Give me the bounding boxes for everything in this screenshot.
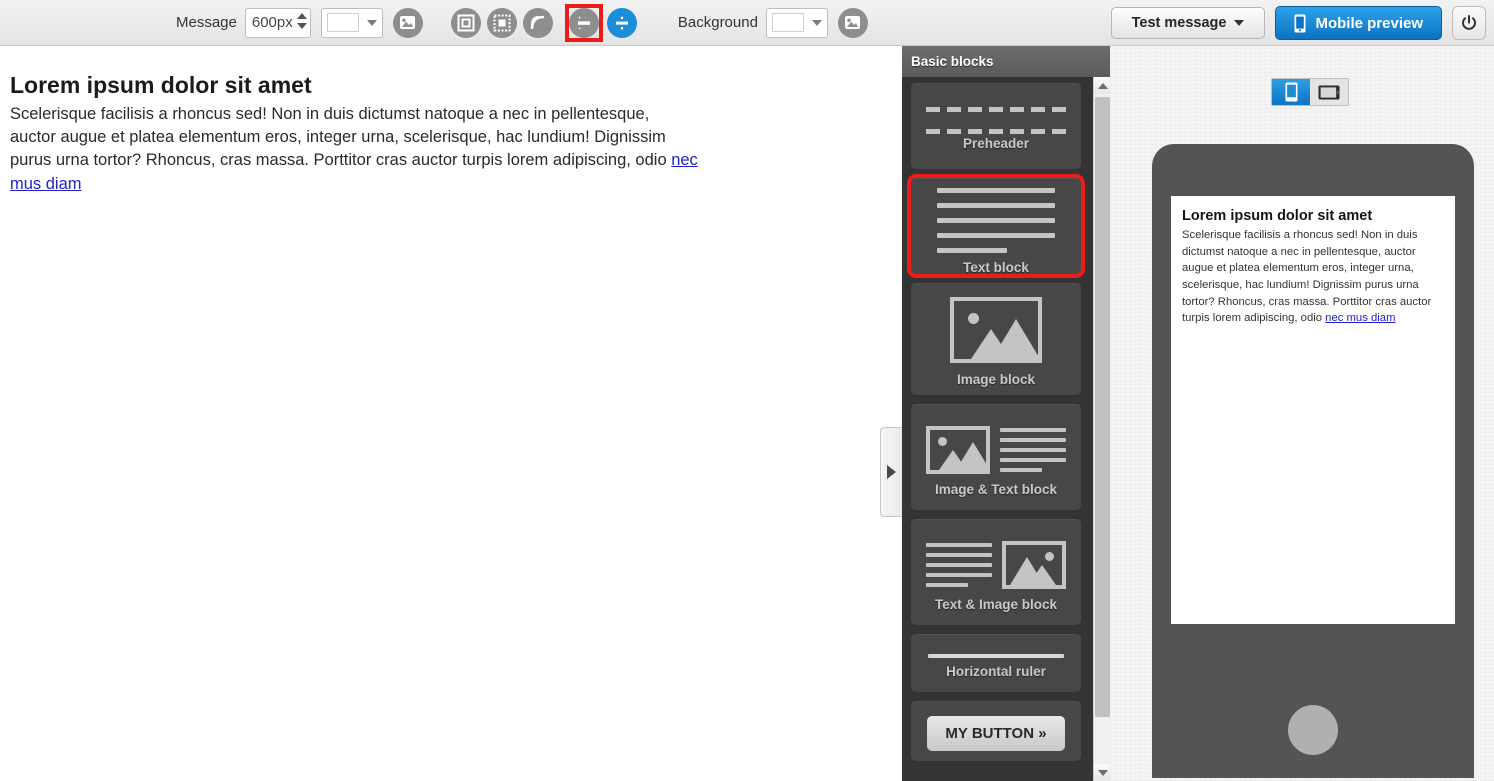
mobile-preview-label: Mobile preview <box>1315 14 1423 32</box>
my-button-preview: MY BUTTON » <box>927 716 1065 751</box>
block-text-image[interactable]: Text & Image block <box>911 519 1081 625</box>
text-line-icon <box>1000 447 1066 452</box>
test-message-label: Test message <box>1131 15 1227 31</box>
text-line-icon <box>937 247 1007 253</box>
phone-screen[interactable]: Lorem ipsum dolor sit amet Scelerisque f… <box>1171 196 1455 624</box>
text-line-icon <box>937 187 1055 193</box>
rounded-corners-button[interactable] <box>522 7 553 38</box>
image-icon <box>926 425 990 474</box>
block-label: Image block <box>956 372 1036 387</box>
chevron-up-icon <box>1097 82 1108 89</box>
email-editor-app: Message 600px Background Test message Mo… <box>0 0 1494 781</box>
block-label: Text & Image block <box>934 596 1058 612</box>
chevron-down-icon <box>811 19 822 26</box>
phone-icon <box>1294 14 1306 33</box>
power-button[interactable] <box>1452 6 1486 40</box>
mobile-preview-pane: Lorem ipsum dolor sit amet Scelerisque f… <box>1110 46 1494 781</box>
text-line-icon <box>1000 427 1066 432</box>
block-label: Horizontal ruler <box>946 663 1046 679</box>
block-preheader[interactable]: Preheader <box>911 83 1081 169</box>
phone-landscape-icon <box>1318 85 1340 100</box>
phone-portrait-icon <box>1285 82 1298 102</box>
message-label: Message <box>176 14 237 31</box>
text-line-icon <box>926 572 992 577</box>
image-icon <box>950 297 1042 363</box>
chevron-down-icon <box>1234 20 1245 26</box>
orientation-toggle <box>1271 78 1349 106</box>
block-label: MY BUTTON » <box>945 725 1047 742</box>
toolbar-left-group: Message 600px Background <box>176 3 874 42</box>
split-horizontal-button[interactable] <box>568 7 599 38</box>
panel-collapse-handle[interactable] <box>880 427 902 517</box>
text-line-icon <box>1000 467 1042 472</box>
text-line-icon <box>937 202 1055 208</box>
power-icon <box>1460 14 1478 32</box>
text-line-icon <box>937 232 1055 238</box>
background-label: Background <box>677 14 758 31</box>
toolbar-right-group: Test message Mobile preview <box>1110 0 1486 46</box>
block-label: Image & Text block <box>934 481 1058 497</box>
block-text[interactable]: Text block <box>907 174 1085 278</box>
scroll-down-button[interactable] <box>1094 764 1111 781</box>
blocks-panel-scrollbar[interactable] <box>1093 77 1111 781</box>
top-toolbar: Message 600px Background Test message Mo… <box>0 0 1494 46</box>
message-background-image-button[interactable] <box>392 7 423 38</box>
image-icon <box>1002 540 1066 589</box>
scroll-up-button[interactable] <box>1094 77 1111 94</box>
message-paragraph: Scelerisque facilisis a rhoncus sed! Non… <box>10 103 698 197</box>
orientation-landscape-button[interactable] <box>1310 79 1348 105</box>
horizontal-rule-icon <box>928 653 1064 658</box>
phone-mockup: Lorem ipsum dolor sit amet Scelerisque f… <box>1152 144 1474 778</box>
block-image[interactable]: Image block <box>911 283 1081 395</box>
message-title: Lorem ipsum dolor sit amet <box>10 72 312 98</box>
message-width-value: 600px <box>251 13 293 31</box>
preview-title: Lorem ipsum dolor sit amet <box>1182 208 1373 224</box>
text-line-icon <box>937 217 1055 223</box>
background-color-swatch <box>771 13 804 32</box>
scrollbar-thumb[interactable] <box>1095 97 1110 717</box>
block-label: Text block <box>963 259 1029 275</box>
dashed-line-icon <box>926 107 1066 112</box>
text-line-icon <box>926 552 992 557</box>
basic-blocks-panel: Basic blocks Preheader Text block Image … <box>902 46 1111 781</box>
basic-blocks-header: Basic blocks <box>902 46 1110 77</box>
blocks-list: Preheader Text block Image block Image &… <box>902 77 1092 761</box>
preview-text-block: Lorem ipsum dolor sit amet Scelerisque f… <box>1171 196 1455 327</box>
block-button[interactable]: MY BUTTON » <box>911 701 1081 761</box>
text-line-icon <box>1000 437 1066 442</box>
block-label: Preheader <box>962 136 1030 151</box>
orientation-portrait-button[interactable] <box>1272 79 1310 105</box>
message-width-stepper[interactable] <box>296 12 307 35</box>
text-line-icon <box>926 562 992 567</box>
message-color-swatch <box>326 13 359 32</box>
background-color-picker[interactable] <box>765 7 828 38</box>
text-line-icon <box>1000 457 1066 462</box>
preview-link[interactable]: nec mus diam <box>1325 312 1395 324</box>
message-text-block[interactable]: Lorem ipsum dolor sit amet Scelerisque f… <box>0 46 720 196</box>
preview-paragraph: Scelerisque facilisis a rhoncus sed! Non… <box>1182 227 1445 327</box>
chevron-right-icon <box>887 465 896 479</box>
message-width-input[interactable]: 600px <box>244 7 311 38</box>
block-horizontal-ruler[interactable]: Horizontal ruler <box>911 634 1081 692</box>
chevron-down-icon <box>1097 769 1108 776</box>
dashed-line-icon <box>926 129 1066 134</box>
background-image-button[interactable] <box>837 7 868 38</box>
text-line-icon <box>926 582 968 587</box>
chevron-down-icon <box>366 19 377 26</box>
text-line-icon <box>926 542 992 547</box>
message-canvas[interactable]: Lorem ipsum dolor sit amet Scelerisque f… <box>0 46 902 781</box>
preview-paragraph-text: Scelerisque facilisis a rhoncus sed! Non… <box>1182 229 1432 325</box>
border-button[interactable] <box>486 7 517 38</box>
padding-button[interactable] <box>450 7 481 38</box>
block-image-text[interactable]: Image & Text block <box>911 404 1081 510</box>
split-vertical-button[interactable] <box>606 7 637 38</box>
message-paragraph-text: Scelerisque facilisis a rhoncus sed! Non… <box>10 104 672 170</box>
test-message-button[interactable]: Test message <box>1110 7 1266 39</box>
phone-home-button <box>1288 705 1338 755</box>
message-color-picker[interactable] <box>320 7 383 38</box>
blocks-scroll-area[interactable]: Preheader Text block Image block Image &… <box>902 77 1110 781</box>
split-horizontal-selected-highlight <box>564 3 603 42</box>
mobile-preview-button[interactable]: Mobile preview <box>1275 6 1442 40</box>
